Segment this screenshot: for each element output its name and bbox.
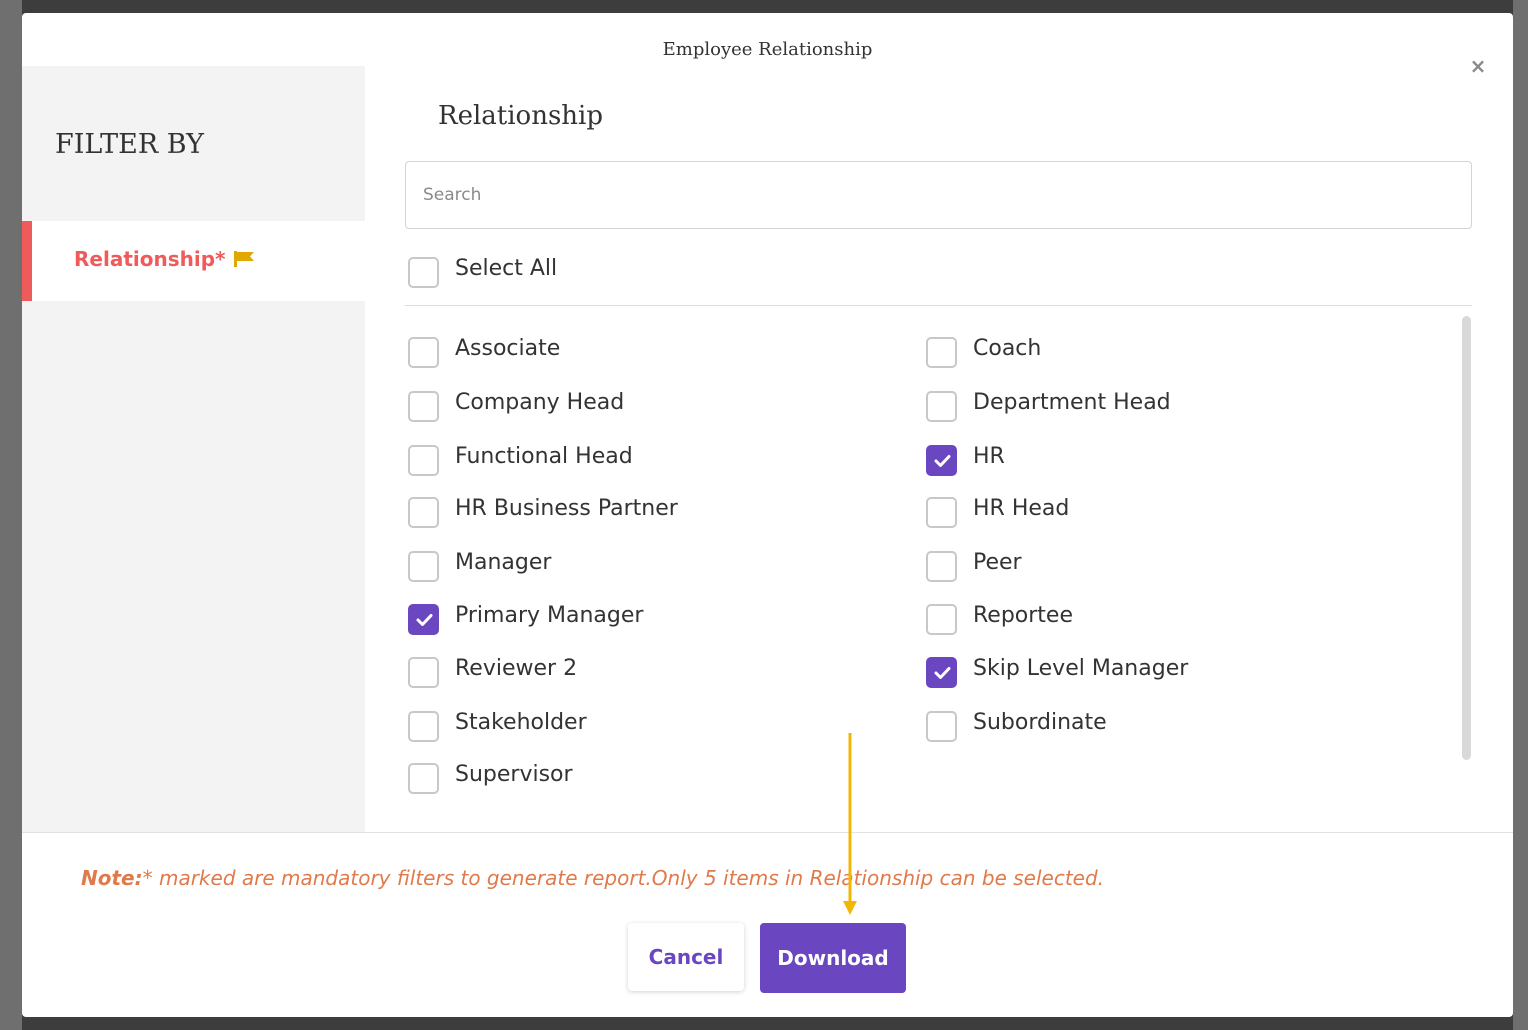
checkbox-reportee[interactable] <box>926 604 957 635</box>
checkbox-hr[interactable] <box>926 445 957 476</box>
employee-relationship-modal: Employee Relationship × FILTER BY Relati… <box>22 13 1513 1017</box>
option-label-reportee[interactable]: Reportee <box>973 603 1073 628</box>
active-indicator <box>22 221 32 301</box>
checkbox-supervisor[interactable] <box>408 763 439 794</box>
note-prefix: Note: <box>81 866 143 890</box>
sidebar-heading: FILTER BY <box>55 129 204 160</box>
checkbox-associate[interactable] <box>408 337 439 368</box>
filter-sidebar: FILTER BY Relationship* <box>22 66 365 833</box>
checkmark-icon <box>934 455 951 467</box>
flag-icon <box>234 251 256 271</box>
sidebar-item-relationship[interactable]: Relationship* <box>22 221 365 301</box>
option-label-functional-head[interactable]: Functional Head <box>455 444 633 469</box>
checkbox-manager[interactable] <box>408 551 439 582</box>
modal-title: Employee Relationship <box>662 39 873 60</box>
checkbox-hr-business-partner[interactable] <box>408 497 439 528</box>
checkbox-company-head[interactable] <box>408 391 439 422</box>
background-page-right <box>1513 0 1528 1030</box>
section-title: Relationship <box>438 101 603 131</box>
checkbox-reviewer-2[interactable] <box>408 657 439 688</box>
divider <box>405 305 1472 306</box>
note-text: Note:* marked are mandatory filters to g… <box>81 866 1104 890</box>
option-label-primary-manager[interactable]: Primary Manager <box>455 603 643 628</box>
checkmark-icon <box>934 667 951 679</box>
search-input[interactable] <box>405 161 1472 229</box>
background-page-left <box>0 0 22 1030</box>
checkbox-skip-level-manager[interactable] <box>926 657 957 688</box>
option-label-coach[interactable]: Coach <box>973 336 1041 361</box>
option-label-manager[interactable]: Manager <box>455 550 551 575</box>
checkmark-icon <box>416 614 433 626</box>
option-label-subordinate[interactable]: Subordinate <box>973 710 1107 735</box>
download-button[interactable]: Download <box>760 923 906 993</box>
footer-divider <box>22 832 1513 833</box>
close-icon[interactable]: × <box>1469 56 1487 76</box>
checkbox-coach[interactable] <box>926 337 957 368</box>
checkbox-peer[interactable] <box>926 551 957 582</box>
select-all-label[interactable]: Select All <box>455 256 557 281</box>
scrollbar[interactable] <box>1462 316 1471 760</box>
checkbox-subordinate[interactable] <box>926 711 957 742</box>
option-label-peer[interactable]: Peer <box>973 550 1022 575</box>
option-label-associate[interactable]: Associate <box>455 336 560 361</box>
cancel-button[interactable]: Cancel <box>628 923 744 991</box>
option-label-hr[interactable]: HR <box>973 444 1005 469</box>
select-all-checkbox[interactable] <box>408 257 439 288</box>
checkbox-primary-manager[interactable] <box>408 604 439 635</box>
option-label-department-head[interactable]: Department Head <box>973 390 1171 415</box>
annotation-arrow-icon <box>843 733 857 915</box>
option-label-supervisor[interactable]: Supervisor <box>455 762 573 787</box>
option-label-hr-business-partner[interactable]: HR Business Partner <box>455 496 678 521</box>
option-label-company-head[interactable]: Company Head <box>455 390 624 415</box>
note-body: * marked are mandatory filters to genera… <box>142 866 1105 890</box>
checkbox-functional-head[interactable] <box>408 445 439 476</box>
option-label-stakeholder[interactable]: Stakeholder <box>455 710 587 735</box>
option-label-reviewer-2[interactable]: Reviewer 2 <box>455 656 577 681</box>
checkbox-hr-head[interactable] <box>926 497 957 528</box>
checkbox-stakeholder[interactable] <box>408 711 439 742</box>
option-label-skip-level-manager[interactable]: Skip Level Manager <box>973 656 1188 681</box>
option-label-hr-head[interactable]: HR Head <box>973 496 1069 521</box>
checkbox-department-head[interactable] <box>926 391 957 422</box>
sidebar-item-label: Relationship* <box>74 247 226 271</box>
